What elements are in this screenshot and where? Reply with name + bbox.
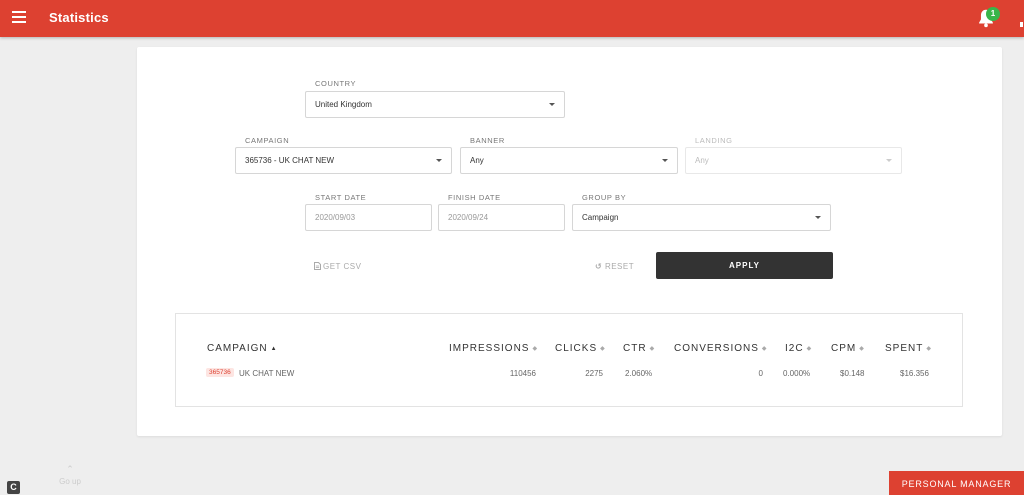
campaign-id-badge: 365736: [206, 368, 234, 377]
hamburger-menu-icon[interactable]: [12, 11, 26, 23]
banner-label: BANNER: [470, 136, 505, 145]
chevron-down-icon: [436, 159, 442, 162]
chevron-down-icon: [886, 159, 892, 162]
cell-clicks: 2275: [585, 369, 603, 378]
sort-icon: ◆: [926, 346, 932, 352]
cell-i2c: 0.000%: [783, 369, 811, 378]
group-by-label: GROUP BY: [582, 193, 627, 202]
column-header-cpm[interactable]: CPM ◆: [831, 343, 865, 354]
start-date-label: START DATE: [315, 193, 367, 202]
sort-icon: ◆: [761, 346, 768, 352]
column-header-impressions[interactable]: IMPRESSIONS ◆: [449, 343, 538, 354]
country-select[interactable]: United Kingdom: [305, 91, 565, 118]
campaign-value: 365736 - UK CHAT NEW: [245, 156, 335, 165]
country-value: United Kingdom: [315, 100, 372, 109]
go-up-button[interactable]: ⌃ Go up: [57, 464, 83, 486]
sort-icon: ◆: [532, 346, 539, 352]
column-header-campaign[interactable]: CAMPAIGN ▲: [207, 343, 278, 354]
landing-value: Any: [695, 156, 709, 165]
finish-date-label: FINISH DATE: [448, 193, 501, 202]
apply-button[interactable]: APPLY: [656, 252, 833, 279]
chevron-up-icon: ⌃: [66, 464, 74, 474]
cell-conversions: 0: [758, 369, 763, 378]
group-by-value: Campaign: [582, 213, 619, 222]
cell-cpm: $0.148: [840, 369, 865, 378]
sort-icon: ◆: [806, 346, 813, 352]
logo-icon: C: [7, 481, 20, 494]
banner-value: Any: [470, 156, 484, 165]
get-csv-label: GET CSV: [323, 262, 362, 271]
campaign-name: UK CHAT NEW: [239, 369, 295, 378]
notification-badge: 1: [986, 7, 1000, 21]
reset-label: RESET: [604, 262, 635, 271]
group-by-select[interactable]: Campaign: [572, 204, 831, 231]
personal-manager-button[interactable]: PERSONAL MANAGER: [889, 471, 1024, 495]
landing-label: LANDING: [695, 136, 733, 145]
column-header-spent[interactable]: SPENT ◆: [885, 343, 932, 354]
cell-ctr: 2.060%: [625, 369, 653, 378]
column-header-conversions[interactable]: CONVERSIONS ◆: [674, 343, 768, 354]
sort-icon: ◆: [600, 346, 606, 352]
campaign-select[interactable]: 365736 - UK CHAT NEW: [235, 147, 452, 174]
get-csv-button[interactable]: GET CSV: [314, 262, 361, 271]
statistics-card: COUNTRY United Kingdom CAMPAIGN 365736 -…: [137, 47, 1002, 436]
campaign-label: CAMPAIGN: [245, 136, 290, 145]
topbar-edge-mark: [1020, 22, 1023, 27]
reset-button[interactable]: ↺ RESET: [595, 262, 634, 271]
sort-asc-icon: ▲: [270, 346, 278, 352]
sort-icon: ◆: [649, 346, 656, 352]
banner-select[interactable]: Any: [460, 147, 678, 174]
cell-impressions: 110456: [509, 369, 536, 378]
undo-icon: ↺: [595, 262, 603, 271]
column-header-ctr[interactable]: CTR ◆: [623, 343, 655, 354]
top-bar: Statistics 1: [0, 0, 1024, 37]
landing-select: Any: [685, 147, 902, 174]
finish-date-input[interactable]: 2020/09/24: [438, 204, 565, 231]
start-date-input[interactable]: 2020/09/03: [305, 204, 432, 231]
column-header-clicks[interactable]: CLICKS ◆: [555, 343, 606, 354]
file-icon: [314, 262, 321, 270]
chevron-down-icon: [662, 159, 668, 162]
go-up-label: Go up: [59, 477, 81, 486]
results-table: CAMPAIGN ▲ IMPRESSIONS ◆ CLICKS ◆ CTR ◆ CONV…: [175, 313, 963, 407]
page-title: Statistics: [49, 10, 109, 25]
country-label: COUNTRY: [315, 79, 357, 88]
cell-spent: $16.356: [900, 369, 929, 378]
chevron-down-icon: [549, 103, 555, 106]
column-header-i2c[interactable]: I2C ◆: [785, 343, 812, 354]
chevron-down-icon: [815, 216, 821, 219]
sort-icon: ◆: [859, 346, 865, 352]
